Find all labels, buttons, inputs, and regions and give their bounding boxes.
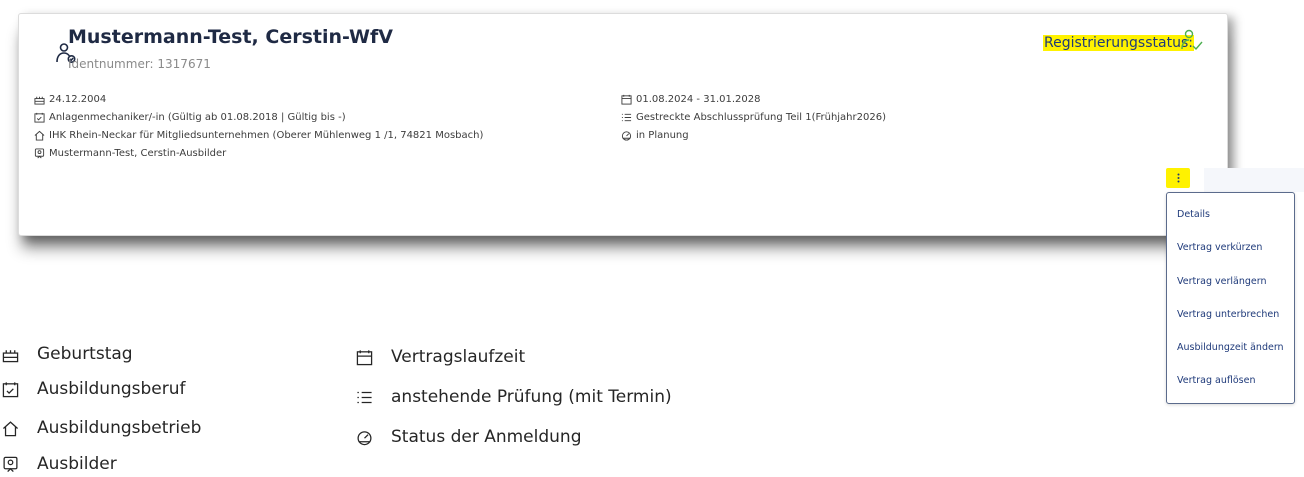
cake-icon (34, 96, 45, 105)
kebab-icon (1177, 173, 1179, 183)
home-icon (2, 420, 19, 436)
contract-period-row: 01.08.2024 - 31.01.2028 (621, 94, 760, 105)
legend-registration-status: Status der Anmeldung (356, 427, 582, 447)
list-icon (357, 391, 372, 403)
menu-item-terminate-contract[interactable]: Vertrag auflösen (1177, 375, 1255, 386)
trainer-row: Mustermann-Test, Cerstin-Ausbilder (34, 148, 226, 159)
calendar-check-icon (2, 381, 19, 397)
menu-item-extend-contract[interactable]: Vertrag verlängern (1177, 276, 1267, 287)
ident-number: Identnummer: 1317671 (68, 57, 211, 71)
badge-icon (3, 456, 18, 472)
birthday-text: 24.12.2004 (49, 94, 107, 105)
trainer-text: Mustermann-Test, Cerstin-Ausbilder (49, 148, 227, 159)
menu-item-change-training-time[interactable]: Ausbildungzeit ändern (1177, 342, 1284, 353)
gauge-icon (357, 430, 372, 445)
legend-exam-label: anstehende Prüfung (mit Termin) (391, 387, 672, 407)
calendar-icon (356, 349, 373, 365)
registration-status-label: Registrierungsstatus: (1043, 35, 1194, 51)
badge-icon (34, 148, 45, 159)
person-check-icon (1181, 29, 1203, 51)
calendar-icon (621, 94, 632, 105)
gauge-icon (621, 131, 632, 141)
actions-menu: Details Vertrag verkürzen Vertrag verlän… (1166, 192, 1295, 404)
legend-profession: Ausbildungsberuf (2, 379, 185, 399)
legend-company-label: Ausbildungsbetrieb (37, 418, 202, 438)
legend-profession-label: Ausbildungsberuf (37, 379, 186, 399)
registration-status-row: in Planung (621, 130, 689, 141)
more-options-button[interactable] (1166, 168, 1190, 188)
legend-contract-period: Vertragslaufzeit (356, 347, 525, 367)
exam-text: Gestreckte Abschlussprüfung Teil 1(Frühj… (636, 112, 886, 123)
menu-tab-background (1204, 168, 1304, 192)
cake-icon (2, 349, 19, 362)
legend-company: Ausbildungsbetrieb (2, 418, 201, 438)
calendar-check-icon (34, 112, 45, 123)
company-row: IHK Rhein-Neckar für Mitgliedsunternehme… (34, 130, 483, 141)
menu-item-interrupt-contract[interactable]: Vertrag unterbrechen (1177, 309, 1279, 320)
company-text: IHK Rhein-Neckar für Mitgliedsunternehme… (49, 130, 484, 141)
legend-birthday-label: Geburtstag (37, 344, 133, 364)
trainee-name: Mustermann-Test, Cerstin-WfV (68, 26, 393, 48)
legend-contract-period-label: Vertragslaufzeit (391, 347, 526, 367)
exam-row: Gestreckte Abschlussprüfung Teil 1(Frühj… (621, 112, 886, 123)
menu-item-shorten-contract[interactable]: Vertrag verkürzen (1177, 242, 1262, 253)
profession-row: Anlagenmechaniker/-in (Gültig ab 01.08.2… (34, 112, 346, 123)
profession-text: Anlagenmechaniker/-in (Gültig ab 01.08.2… (49, 112, 346, 123)
legend-trainer-label: Ausbilder (37, 454, 117, 474)
legend-registration-status-label: Status der Anmeldung (391, 427, 582, 447)
list-icon (621, 113, 632, 122)
birthday-row: 24.12.2004 (34, 94, 106, 105)
legend-exam: anstehende Prüfung (mit Termin) (356, 387, 672, 407)
registration-status-text: in Planung (636, 130, 689, 141)
menu-item-details[interactable]: Details (1177, 209, 1210, 220)
contract-period-text: 01.08.2024 - 31.01.2028 (636, 94, 761, 105)
home-icon (34, 130, 45, 141)
legend-trainer: Ausbilder (2, 454, 117, 474)
legend-birthday: Geburtstag (2, 344, 133, 364)
